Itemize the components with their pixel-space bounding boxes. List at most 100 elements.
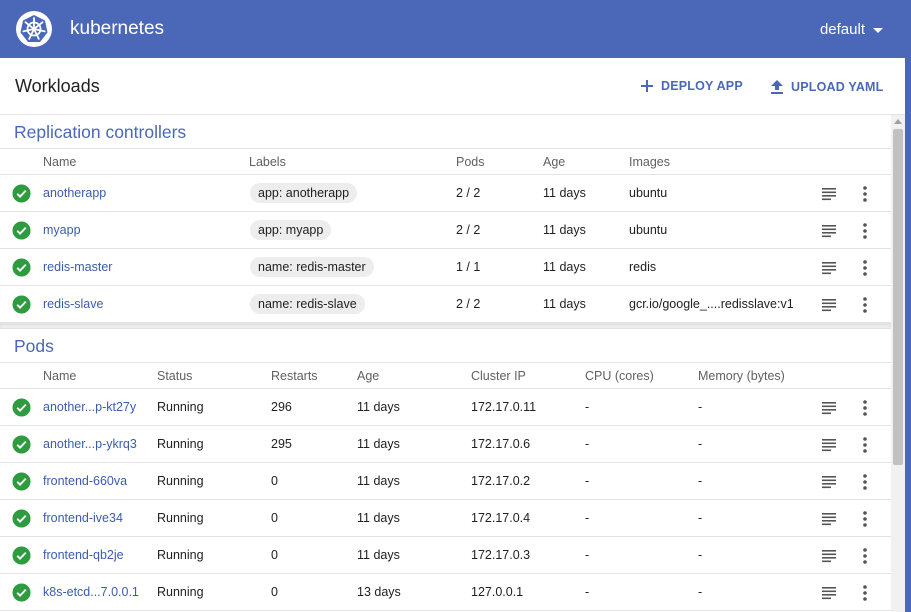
logs-icon[interactable] (821, 401, 837, 415)
deploy-app-label: DEPLOY APP (661, 79, 743, 93)
pod-name-link[interactable]: another...p-kt27y (43, 389, 136, 425)
pod-status: Running (157, 437, 204, 451)
check-circle-icon (12, 435, 31, 454)
rc-name-link[interactable]: redis-slave (43, 286, 103, 322)
pod-name-link[interactable]: k8s-etcd...7.0.0.1 (43, 574, 139, 610)
pod-age: 11 days (357, 548, 400, 562)
pod-restarts: 0 (271, 474, 278, 488)
more-vert-icon[interactable] (862, 547, 868, 565)
pod-name-link[interactable]: frontend-ive34 (43, 500, 123, 536)
check-circle-icon (12, 258, 31, 277)
upload-yaml-button[interactable]: UPLOAD YAML (770, 79, 884, 95)
rc-age: 11 days (543, 260, 586, 274)
rc-col-age: Age (543, 154, 566, 169)
pod-status: Running (157, 585, 204, 599)
more-vert-icon[interactable] (862, 584, 868, 602)
rc-pods: 2 / 2 (456, 297, 481, 311)
pod-memory: - (698, 400, 703, 414)
rc-name-link[interactable]: anotherapp (43, 175, 106, 211)
check-circle-icon (12, 184, 31, 203)
label-chip: app: myapp (250, 220, 332, 240)
check-circle-icon (12, 546, 31, 565)
pod-age: 11 days (357, 437, 400, 451)
pod-name-link[interactable]: frontend-660va (43, 463, 127, 499)
pod-name-link[interactable]: another...p-ykrq3 (43, 426, 137, 462)
more-vert-icon[interactable] (862, 222, 868, 240)
more-vert-icon[interactable] (862, 296, 868, 314)
pod-cpu: - (585, 474, 590, 488)
rc-pods: 2 / 2 (456, 186, 481, 200)
rc-image: gcr.io/google_....redisslave:v1 (629, 297, 794, 311)
more-vert-icon[interactable] (862, 399, 868, 417)
pod-name-link[interactable]: frontend-qb2je (43, 537, 124, 573)
check-circle-icon (12, 509, 31, 528)
rc-name-link[interactable]: myapp (43, 212, 81, 248)
pod-cpu: - (585, 548, 590, 562)
pods-col-status: Status (157, 368, 193, 383)
logs-icon[interactable] (821, 549, 837, 563)
check-circle-icon (12, 583, 31, 602)
pod-restarts: 0 (271, 585, 278, 599)
kubernetes-logo-icon[interactable] (15, 10, 53, 48)
replication-controllers-title: Replication controllers (0, 115, 891, 149)
label-chip: app: anotherapp (250, 183, 358, 203)
logs-icon[interactable] (821, 586, 837, 600)
brand-title[interactable]: kubernetes (70, 18, 164, 40)
pod-age: 11 days (357, 474, 400, 488)
table-row: frontend-660va Running 0 11 days 172.17.… (0, 463, 891, 500)
check-circle-icon (12, 398, 31, 417)
logs-icon[interactable] (821, 438, 837, 452)
pod-status: Running (157, 400, 204, 414)
pod-cpu: - (585, 437, 590, 451)
rc-col-labels: Labels (249, 154, 286, 169)
rc-image: redis (629, 260, 657, 274)
upload-icon (771, 80, 783, 94)
rc-image: ubuntu (629, 223, 668, 237)
deploy-app-button[interactable]: DEPLOY APP (640, 79, 743, 93)
pods-col-cpu: CPU (cores) (585, 368, 654, 383)
label-chip: name: redis-slave (250, 294, 365, 314)
rc-age: 11 days (543, 223, 586, 237)
table-row: another...p-kt27y Running 296 11 days 17… (0, 389, 891, 426)
label-chip: name: redis-master (250, 257, 374, 277)
table-row: anotherapp app: anotherapp 2 / 2 11 days… (0, 175, 891, 212)
more-vert-icon[interactable] (862, 473, 868, 491)
pod-age: 11 days (357, 511, 400, 525)
table-row: frontend-ive34 Running 0 11 days 172.17.… (0, 500, 891, 537)
namespace-selector[interactable]: default (820, 21, 883, 38)
chevron-down-icon (873, 28, 883, 33)
logs-icon[interactable] (821, 512, 837, 526)
pod-age: 13 days (357, 585, 401, 599)
pod-cpu: - (585, 511, 590, 525)
logs-icon[interactable] (821, 187, 837, 201)
rc-image: ubuntu (629, 186, 668, 200)
pod-memory: - (698, 548, 703, 562)
table-row: redis-slave name: redis-slave 2 / 2 11 d… (0, 286, 891, 323)
more-vert-icon[interactable] (862, 259, 868, 277)
pod-restarts: 0 (271, 548, 278, 562)
pods-col-cluster-ip: Cluster IP (471, 368, 526, 383)
vertical-scrollbar[interactable] (891, 115, 905, 612)
pod-memory: - (698, 437, 703, 451)
pod-status: Running (157, 548, 204, 562)
upload-yaml-label: UPLOAD YAML (791, 80, 884, 94)
more-vert-icon[interactable] (862, 510, 868, 528)
rc-age: 11 days (543, 186, 586, 200)
workloads-content[interactable]: Replication controllers Name Labels Pods… (0, 115, 891, 612)
check-circle-icon (12, 221, 31, 240)
pod-restarts: 295 (271, 437, 292, 451)
logs-icon[interactable] (821, 298, 837, 312)
logs-icon[interactable] (821, 475, 837, 489)
rc-table-header: Name Labels Pods Age Images (0, 149, 891, 175)
pods-title: Pods (0, 329, 891, 363)
logs-icon[interactable] (821, 224, 837, 238)
more-vert-icon[interactable] (862, 436, 868, 454)
logs-icon[interactable] (821, 261, 837, 275)
more-vert-icon[interactable] (862, 185, 868, 203)
scrollbar-thumb[interactable] (893, 129, 903, 465)
rc-name-link[interactable]: redis-master (43, 249, 112, 285)
pod-status: Running (157, 474, 204, 488)
scroll-up-arrow-icon[interactable] (894, 119, 902, 124)
pods-table-header: Name Status Restarts Age Cluster IP CPU … (0, 363, 891, 389)
pods-col-memory: Memory (bytes) (698, 368, 785, 383)
